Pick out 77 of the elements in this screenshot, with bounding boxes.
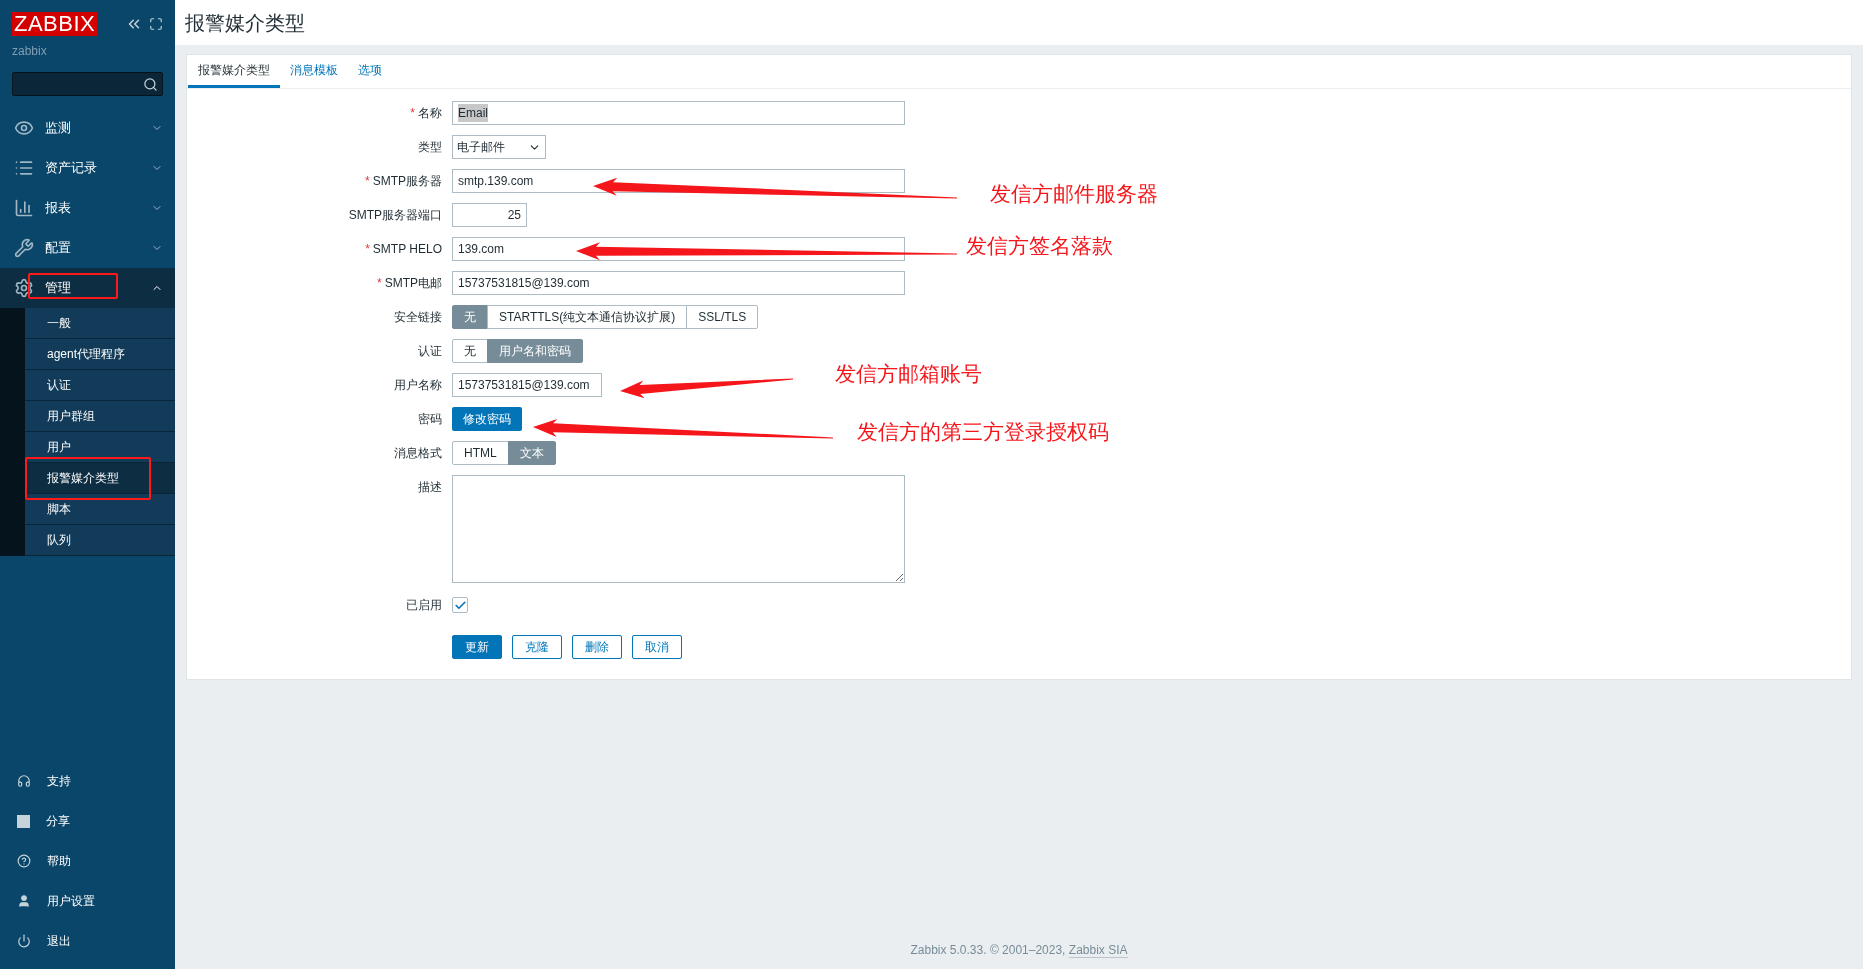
submenu-item[interactable]: 用户 xyxy=(25,432,175,463)
field-label: 名称 xyxy=(418,105,442,122)
server-name: zabbix xyxy=(11,43,48,60)
segment-option[interactable]: SSL/TLS xyxy=(686,305,759,329)
field-label: 已启用 xyxy=(406,597,442,614)
sidebar-link[interactable]: 用户设置 xyxy=(0,881,175,921)
submenu-item[interactable]: 认证 xyxy=(25,370,175,401)
field-label: 密码 xyxy=(418,411,442,428)
nav-item[interactable]: 报表 xyxy=(0,188,175,228)
field-label: 安全链接 xyxy=(394,309,442,326)
headset-icon xyxy=(17,774,31,788)
annotation-text: 发信方签名落款 xyxy=(966,233,1113,259)
check-icon xyxy=(453,598,467,612)
submenu-item[interactable]: 报警媒介类型 xyxy=(25,463,175,494)
search-field[interactable] xyxy=(12,72,163,96)
kiosk-mode-icon[interactable] xyxy=(149,17,163,31)
gear-icon xyxy=(14,278,34,298)
input-field[interactable]: Email xyxy=(452,101,905,125)
input-field[interactable]: 15737531815@139.com xyxy=(452,373,602,397)
input-field[interactable]: 139.com xyxy=(452,237,905,261)
nav-item[interactable]: 监测 xyxy=(0,108,175,148)
submenu-item[interactable]: 用户群组 xyxy=(25,401,175,432)
field-label: 描述 xyxy=(418,479,442,496)
required-mark: * xyxy=(410,105,415,122)
type-select[interactable]: 电子邮件 xyxy=(452,135,546,159)
field-label: 类型 xyxy=(418,139,442,156)
tab[interactable]: 消息模板 xyxy=(280,55,348,88)
checkbox[interactable] xyxy=(452,597,468,613)
search-icon[interactable] xyxy=(143,76,158,92)
sidebar-link[interactable]: 退出 xyxy=(0,921,175,961)
tab[interactable]: 报警媒介类型 xyxy=(188,55,280,88)
eye-icon xyxy=(14,118,34,138)
user-icon xyxy=(17,894,31,908)
change-password-button[interactable]: 修改密码 xyxy=(452,407,522,431)
nav-item[interactable]: 配置 xyxy=(0,228,175,268)
tab[interactable]: 选项 xyxy=(348,55,392,88)
input-field[interactable]: 25 xyxy=(452,203,527,227)
action-button[interactable]: 删除 xyxy=(572,635,622,659)
share-icon xyxy=(17,814,30,828)
action-button[interactable]: 克隆 xyxy=(512,635,562,659)
nav-item[interactable]: 管理 xyxy=(0,268,175,308)
submenu-item[interactable]: 队列 xyxy=(25,525,175,556)
required-mark: * xyxy=(365,241,370,258)
segment-option[interactable]: 无 xyxy=(452,339,488,363)
annotation-text: 发信方的第三方登录授权码 xyxy=(857,419,1109,445)
segment-option[interactable]: HTML xyxy=(452,441,509,465)
field-label: SMTP HELO xyxy=(372,241,442,258)
help-icon xyxy=(17,854,31,868)
action-button[interactable]: 更新 xyxy=(452,635,502,659)
sidebar-link[interactable]: 支持 xyxy=(0,761,175,801)
nav-item[interactable]: 资产记录 xyxy=(0,148,175,188)
list-icon xyxy=(14,158,34,178)
field-label: 用户名称 xyxy=(394,377,442,394)
action-button[interactable]: 取消 xyxy=(632,635,682,659)
required-mark: * xyxy=(377,275,382,292)
sidebar-link[interactable]: 分享 xyxy=(0,801,175,841)
submenu-item[interactable]: 脚本 xyxy=(25,494,175,525)
field-label: 消息格式 xyxy=(394,445,442,462)
submenu-item[interactable]: agent代理程序 xyxy=(25,339,175,370)
annotation-text: 发信方邮件服务器 xyxy=(990,181,1158,207)
zabbix-logo: ZABBIX xyxy=(12,12,98,36)
field-label: SMTP服务器端口 xyxy=(348,207,442,224)
field-label: SMTP服务器 xyxy=(372,173,442,190)
power-icon xyxy=(17,934,31,948)
field-label: SMTP电邮 xyxy=(384,275,442,292)
footer-copyright: Zabbix 5.0.33. © 2001–2023, Zabbix SIA xyxy=(909,942,1129,959)
field-label: 认证 xyxy=(418,343,442,360)
wrench-icon xyxy=(14,238,34,258)
required-mark: * xyxy=(365,173,370,190)
chart-icon xyxy=(14,198,34,218)
annotation-text: 发信方邮箱账号 xyxy=(835,361,982,387)
input-field[interactable]: 15737531815@139.com xyxy=(452,271,905,295)
submenu-item[interactable]: 一般 xyxy=(25,308,175,339)
description-field[interactable] xyxy=(452,475,905,583)
page-title: 报警媒介类型 xyxy=(185,10,305,36)
segment-option[interactable]: STARTTLS(纯文本通信协议扩展) xyxy=(487,305,688,329)
sidebar-link[interactable]: 帮助 xyxy=(0,841,175,881)
